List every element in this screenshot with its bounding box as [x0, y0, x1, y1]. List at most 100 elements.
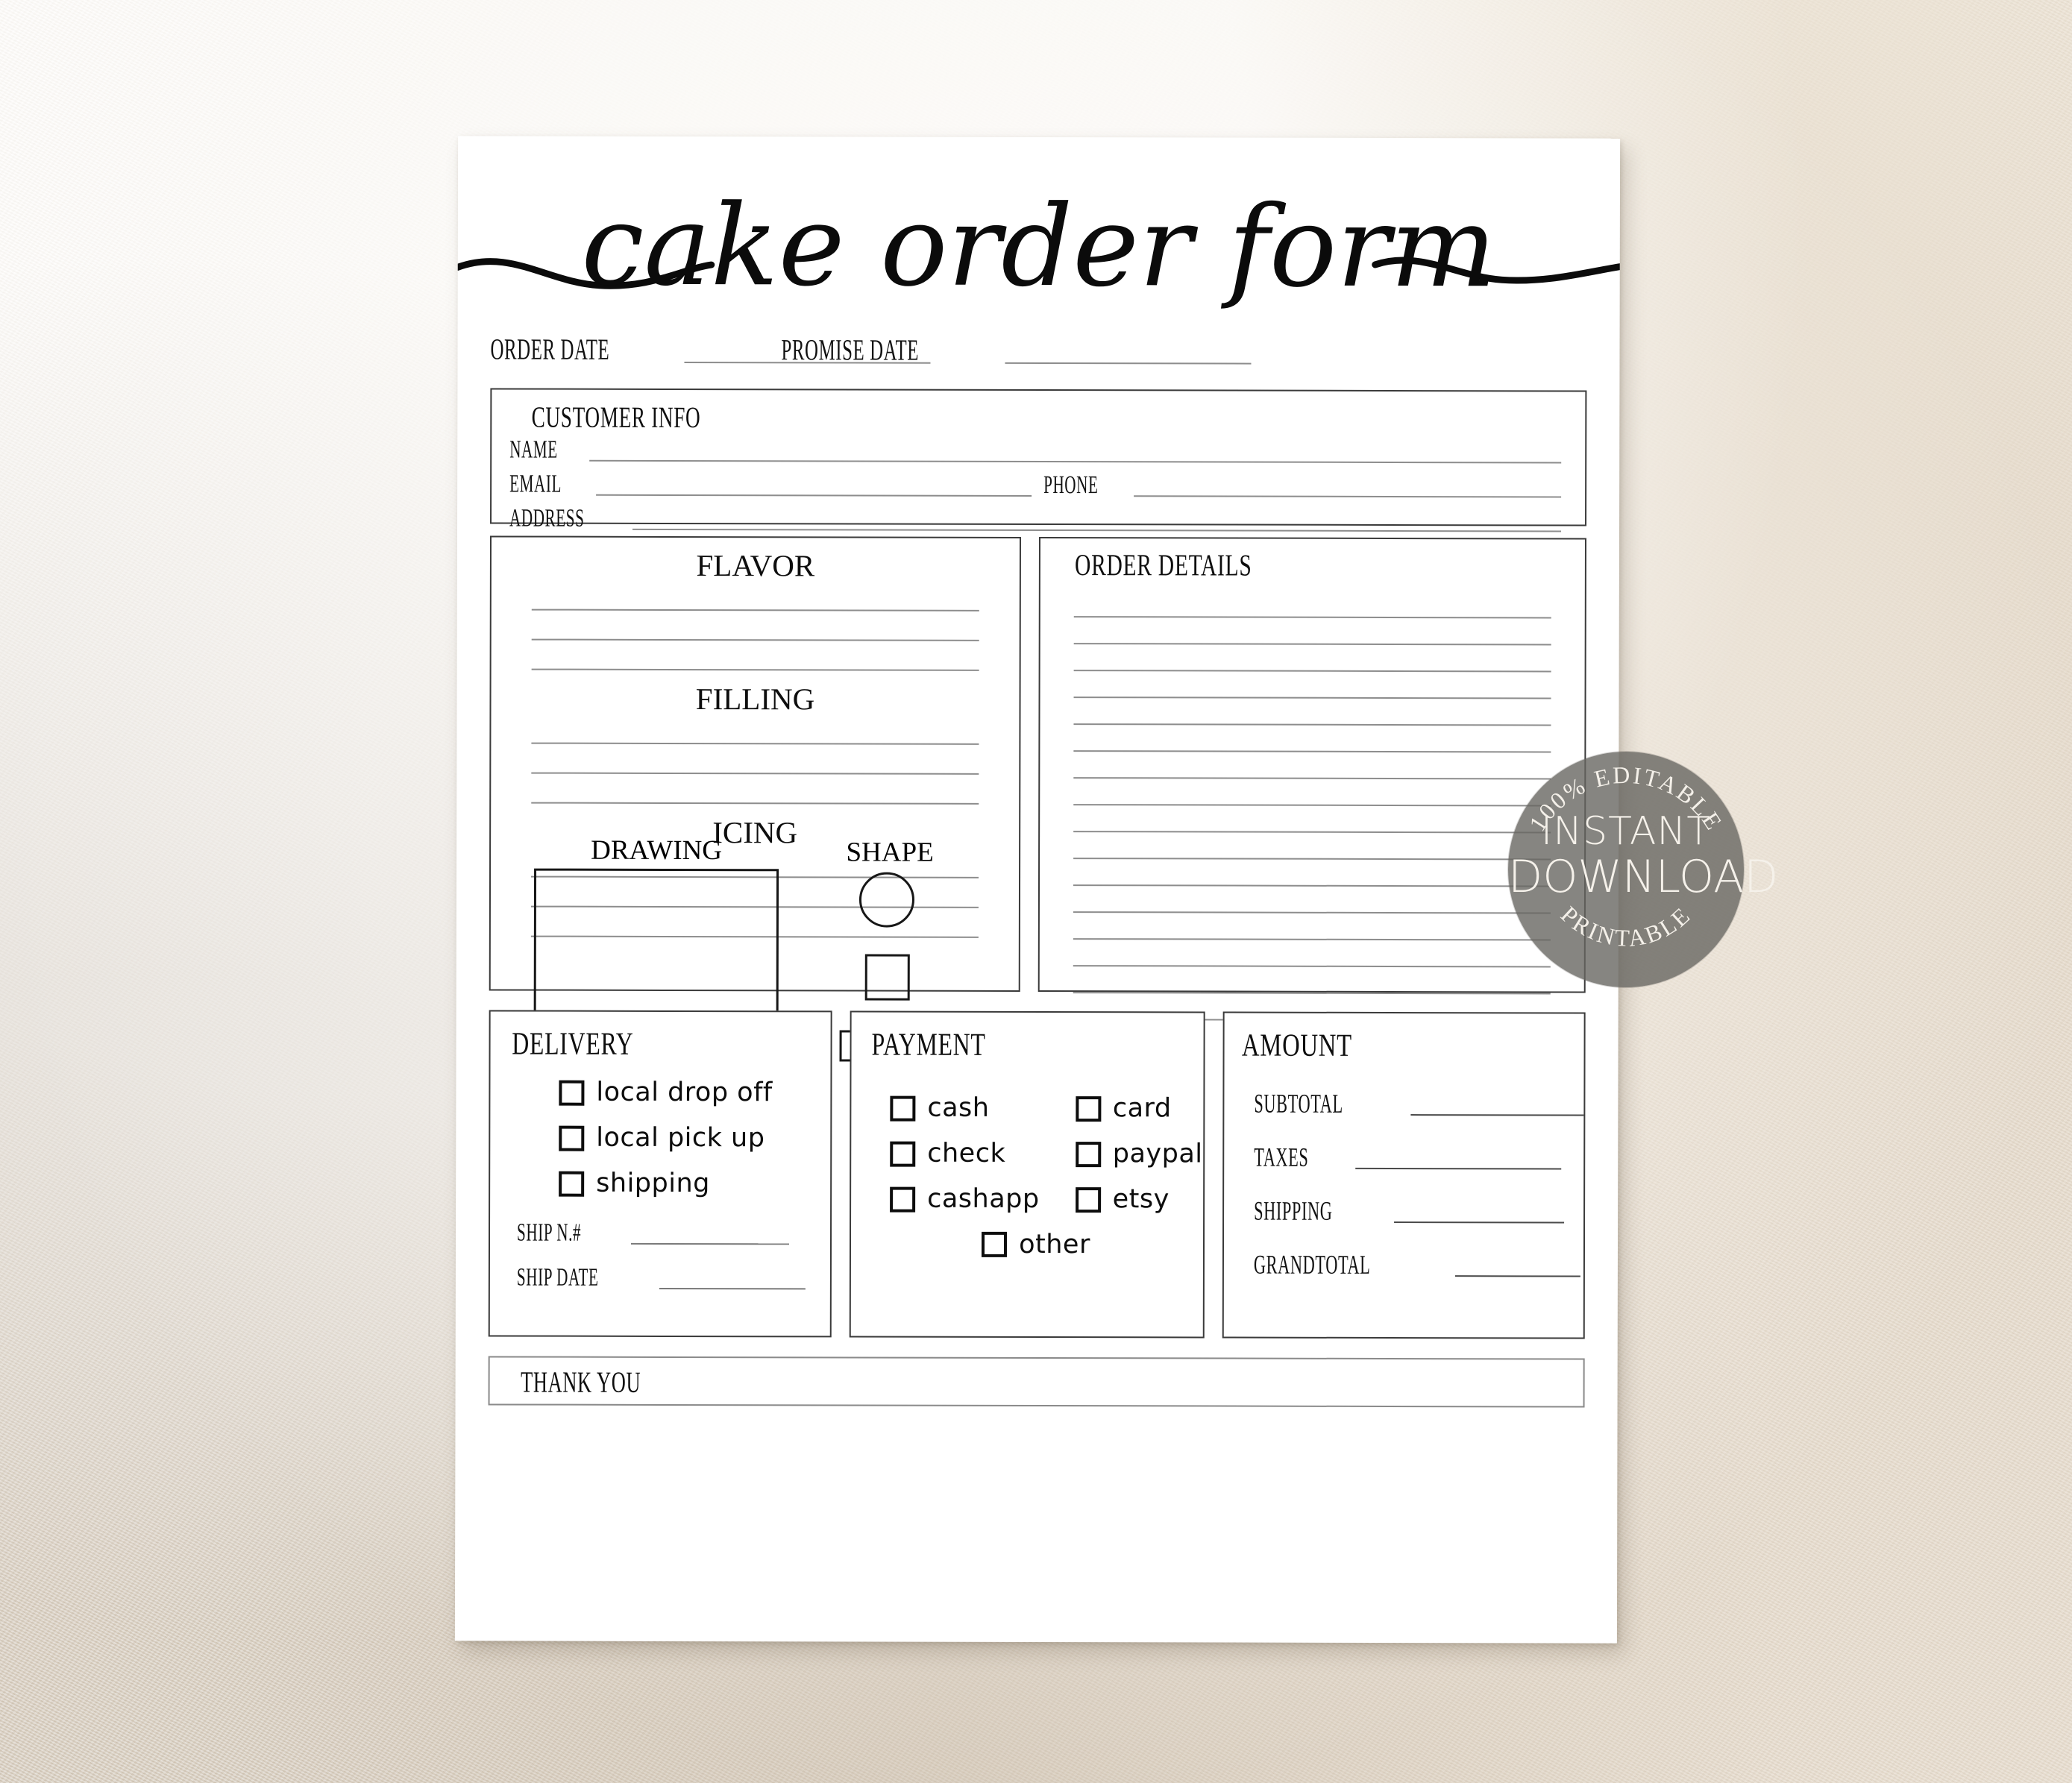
amount-heading: AMOUNT	[1241, 1028, 1352, 1063]
payment-heading: PAYMENT	[871, 1027, 986, 1063]
ship-number-input[interactable]	[631, 1223, 790, 1245]
payment-option-paypal[interactable]: paypal	[1075, 1139, 1203, 1169]
payment-option-other[interactable]: other	[869, 1229, 1203, 1260]
delivery-option-label: local drop off	[596, 1077, 773, 1108]
address-field[interactable]: ADDRESS	[509, 504, 1562, 532]
delivery-option-label: shipping	[596, 1168, 710, 1199]
subtotal-label: SUBTOTAL	[1254, 1088, 1343, 1119]
taxes-input[interactable]	[1355, 1146, 1562, 1170]
phone-input[interactable]	[1134, 476, 1562, 498]
amount-row-grandtotal[interactable]: GRANDTOTAL	[1254, 1250, 1583, 1280]
payment-option-label: paypal	[1112, 1139, 1203, 1169]
date-row: ORDER DATE PROMISE DATE	[490, 332, 1586, 378]
payment-option-label: cash	[927, 1092, 990, 1123]
order-details-line[interactable]	[1073, 777, 1551, 780]
flavor-box: FLAVOR FILLING ICING DRAWING SHAPE	[489, 535, 1021, 1062]
amount-row-shipping[interactable]: SHIPPING	[1254, 1196, 1583, 1226]
thank-you-text: THANK YOU	[521, 1365, 641, 1399]
badge-arc-bottom-text: PRINTABLE	[1556, 901, 1696, 952]
promise-date-input[interactable]	[1005, 339, 1252, 365]
email-field[interactable]: EMAIL	[509, 471, 1032, 498]
payment-option-cash[interactable]: cash	[890, 1092, 1040, 1123]
name-field[interactable]: NAME	[509, 436, 1562, 464]
payment-option-cashapp[interactable]: cashapp	[890, 1184, 1040, 1214]
grandtotal-input[interactable]	[1455, 1254, 1581, 1277]
ship-date-field[interactable]: SHIP DATE	[517, 1264, 830, 1292]
delivery-option-shipping[interactable]: shipping	[559, 1168, 830, 1199]
drawing-canvas[interactable]	[533, 868, 779, 1019]
order-date-label: ORDER DATE	[490, 332, 610, 366]
delivery-option-label: local pick up	[596, 1122, 765, 1154]
order-details-line[interactable]	[1073, 696, 1551, 699]
checkbox-icon[interactable]	[982, 1231, 1008, 1257]
payment-option-check[interactable]: check	[890, 1138, 1040, 1169]
shipping-input[interactable]	[1394, 1201, 1565, 1224]
flavor-heading: FLAVOR	[696, 548, 815, 583]
promise-date-label: PROMISE DATE	[781, 333, 920, 367]
checkbox-icon[interactable]	[559, 1080, 585, 1106]
order-details-lines[interactable]	[1073, 580, 1551, 1022]
order-details-line[interactable]	[1073, 911, 1551, 914]
order-details-line[interactable]	[1073, 670, 1551, 673]
amount-row-taxes[interactable]: TAXES	[1254, 1142, 1583, 1172]
order-details-line[interactable]	[1073, 750, 1551, 753]
flavor-lines[interactable]	[531, 609, 979, 671]
checkbox-icon[interactable]	[890, 1186, 916, 1213]
amount-box: AMOUNT SUBTOTAL TAXES SHIPPING GRANDTOTA…	[1222, 1011, 1586, 1339]
name-input[interactable]	[589, 440, 1562, 464]
filling-lines[interactable]	[531, 742, 979, 805]
order-details-line[interactable]	[1073, 831, 1551, 834]
order-details-line[interactable]	[1073, 938, 1551, 941]
address-input[interactable]	[632, 509, 1562, 532]
payment-option-label: check	[927, 1138, 1006, 1169]
instant-download-badge: 100% EDITABLE PRINTABLE INSTANT DOWNLOAD	[1508, 752, 1778, 987]
delivery-option-local-pick-up[interactable]: local pick up	[559, 1122, 830, 1154]
shape-square-option[interactable]	[864, 954, 910, 1001]
email-input[interactable]	[595, 474, 1032, 497]
payment-options-grid: cash check cashapp card paypal etsy	[890, 1076, 1203, 1214]
payment-column-right: card paypal etsy	[1075, 1076, 1203, 1214]
subtotal-input[interactable]	[1410, 1093, 1584, 1116]
order-details-box: ORDER DETAILS	[1037, 537, 1586, 1022]
order-details-line[interactable]	[1073, 992, 1551, 995]
checkbox-icon[interactable]	[1075, 1095, 1101, 1122]
delivery-option-local-drop-off[interactable]: local drop off	[559, 1077, 830, 1108]
checkbox-icon[interactable]	[559, 1171, 585, 1197]
delivery-options: local drop off local pick up shipping	[559, 1077, 830, 1199]
payment-option-label: other	[1019, 1229, 1090, 1260]
amount-rows: SUBTOTAL TAXES SHIPPING GRANDTOTAL	[1254, 1088, 1584, 1280]
filling-line[interactable]	[531, 772, 979, 775]
filling-line[interactable]	[531, 802, 979, 805]
checkbox-icon[interactable]	[1075, 1141, 1101, 1167]
checkbox-icon[interactable]	[890, 1141, 916, 1167]
payment-option-card[interactable]: card	[1075, 1093, 1203, 1123]
order-details-line[interactable]	[1073, 723, 1551, 726]
amount-row-subtotal[interactable]: SUBTOTAL	[1254, 1088, 1584, 1119]
badge-center-text: INSTANT DOWNLOAD	[1508, 812, 1778, 899]
filling-line[interactable]	[531, 742, 979, 745]
phone-field[interactable]: PHONE	[1043, 471, 1562, 500]
payment-option-etsy[interactable]: etsy	[1075, 1184, 1203, 1214]
ship-number-field[interactable]: SHIP N.#	[517, 1219, 830, 1247]
address-label: ADDRESS	[509, 504, 585, 532]
ship-date-input[interactable]	[659, 1268, 806, 1290]
flavor-line[interactable]	[531, 609, 979, 611]
customer-info-box: CUSTOMER INFO NAME EMAIL PHONE ADDRESS	[490, 388, 1587, 532]
filling-heading: FILLING	[695, 682, 815, 717]
promise-date-field[interactable]: PROMISE DATE	[781, 333, 1252, 367]
checkbox-icon[interactable]	[1075, 1186, 1101, 1213]
checkbox-icon[interactable]	[559, 1125, 585, 1151]
order-details-line[interactable]	[1073, 643, 1551, 646]
order-details-line[interactable]	[1073, 965, 1551, 968]
order-details-line[interactable]	[1073, 804, 1551, 807]
ship-fields: SHIP N.# SHIP DATE	[517, 1219, 830, 1292]
shape-circle-option[interactable]	[858, 872, 915, 928]
order-details-line[interactable]	[1073, 858, 1551, 861]
form-title: cake order form	[457, 136, 1621, 328]
checkbox-icon[interactable]	[890, 1095, 916, 1122]
flavor-line[interactable]	[531, 668, 979, 671]
order-details-line[interactable]	[1073, 884, 1551, 887]
phone-label: PHONE	[1043, 471, 1099, 500]
flavor-line[interactable]	[531, 638, 979, 641]
order-details-line[interactable]	[1073, 616, 1551, 619]
